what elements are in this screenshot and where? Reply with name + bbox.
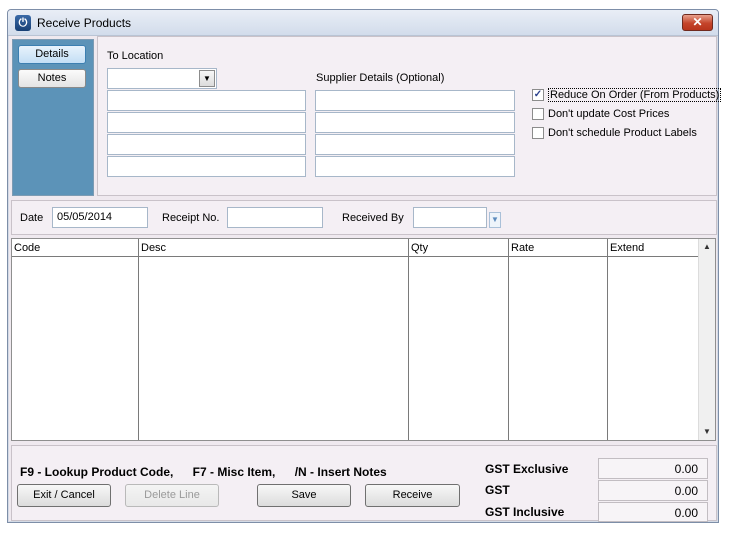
tab-notes[interactable]: Notes xyxy=(18,69,86,88)
chevron-down-icon[interactable]: ▼ xyxy=(489,212,501,228)
date-field[interactable]: 05/05/2014 xyxy=(52,207,148,228)
details-panel: To Location ▼ Supplier Details (Optional… xyxy=(97,36,722,196)
gst-value: 0.00 xyxy=(598,480,708,501)
title-bar: ⏻ Receive Products ✕ xyxy=(8,10,718,36)
dont-update-cost-checkbox[interactable]: Don't update Cost Prices xyxy=(532,108,669,124)
grid-header: Code Desc Qty Rate Extend xyxy=(12,239,699,257)
gst-inclusive-label: GST Inclusive xyxy=(485,505,565,519)
chevron-down-icon[interactable]: ▼ xyxy=(199,70,215,87)
supplier-line-3[interactable] xyxy=(315,134,515,155)
save-button[interactable]: Save xyxy=(257,484,351,507)
received-by-field[interactable] xyxy=(413,207,487,228)
delete-line-button[interactable]: Delete Line xyxy=(125,484,219,507)
column-header-qty[interactable]: Qty xyxy=(409,239,509,257)
hint-misc: F7 - Misc Item, xyxy=(192,465,276,479)
date-label: Date xyxy=(20,212,44,224)
gst-exclusive-value: 0.00 xyxy=(598,458,708,479)
receipt-no-label: Receipt No. xyxy=(162,212,220,224)
dont-schedule-labels-checkbox[interactable]: Don't schedule Product Labels xyxy=(532,127,697,143)
hint-notes: /N - Insert Notes xyxy=(294,465,387,479)
scroll-down-icon[interactable]: ▼ xyxy=(699,424,715,440)
exit-cancel-button[interactable]: Exit / Cancel xyxy=(17,484,111,507)
receive-button[interactable]: Receive xyxy=(365,484,460,507)
to-location-label: To Location xyxy=(107,50,164,62)
checkmark-icon: ✓ xyxy=(532,89,544,102)
column-header-code[interactable]: Code xyxy=(12,239,139,257)
location-line-1[interactable] xyxy=(107,90,306,111)
footer-panel: F9 - Lookup Product Code, F7 - Misc Item… xyxy=(11,445,717,522)
dont-update-cost-label: Don't update Cost Prices xyxy=(548,108,670,121)
shortcut-hints: F9 - Lookup Product Code, F7 - Misc Item… xyxy=(20,465,403,479)
power-icon: ⏻ xyxy=(15,15,31,31)
received-by-label: Received By xyxy=(342,212,404,224)
location-line-4[interactable] xyxy=(107,156,306,177)
dont-schedule-labels-label: Don't schedule Product Labels xyxy=(548,127,697,140)
supplier-line-4[interactable] xyxy=(315,156,515,177)
grid-scrollbar[interactable]: ▲ ▼ xyxy=(698,239,715,440)
column-header-extend[interactable]: Extend xyxy=(608,239,699,257)
column-header-desc[interactable]: Desc xyxy=(139,239,409,257)
scroll-up-icon[interactable]: ▲ xyxy=(699,239,715,255)
gst-label: GST xyxy=(485,483,510,497)
reduce-on-order-checkbox[interactable]: ✓ Reduce On Order (From Products) xyxy=(532,88,722,105)
supplier-line-2[interactable] xyxy=(315,112,515,133)
location-line-3[interactable] xyxy=(107,134,306,155)
supplier-details-label: Supplier Details (Optional) xyxy=(316,72,445,84)
side-tab-panel: Details Notes xyxy=(12,39,94,196)
gst-exclusive-label: GST Exclusive xyxy=(485,462,569,476)
receipt-no-field[interactable] xyxy=(227,207,323,228)
tab-details[interactable]: Details xyxy=(18,45,86,64)
receive-products-window: ⏻ Receive Products ✕ Details Notes To Lo… xyxy=(7,9,722,523)
supplier-line-1[interactable] xyxy=(315,90,515,111)
gst-inclusive-value: 0.00 xyxy=(598,502,708,522)
location-line-2[interactable] xyxy=(107,112,306,133)
reduce-on-order-label: Reduce On Order (From Products) xyxy=(548,88,722,103)
products-grid[interactable]: Code Desc Qty Rate Extend ▲ ▼ xyxy=(11,238,716,441)
window-title: Receive Products xyxy=(37,16,132,30)
close-button[interactable]: ✕ xyxy=(682,14,713,31)
to-location-select[interactable]: ▼ xyxy=(107,68,217,89)
column-header-rate[interactable]: Rate xyxy=(509,239,608,257)
receipt-info-panel: Date 05/05/2014 Receipt No. Received By … xyxy=(11,200,717,235)
hint-lookup: F9 - Lookup Product Code, xyxy=(20,465,174,479)
